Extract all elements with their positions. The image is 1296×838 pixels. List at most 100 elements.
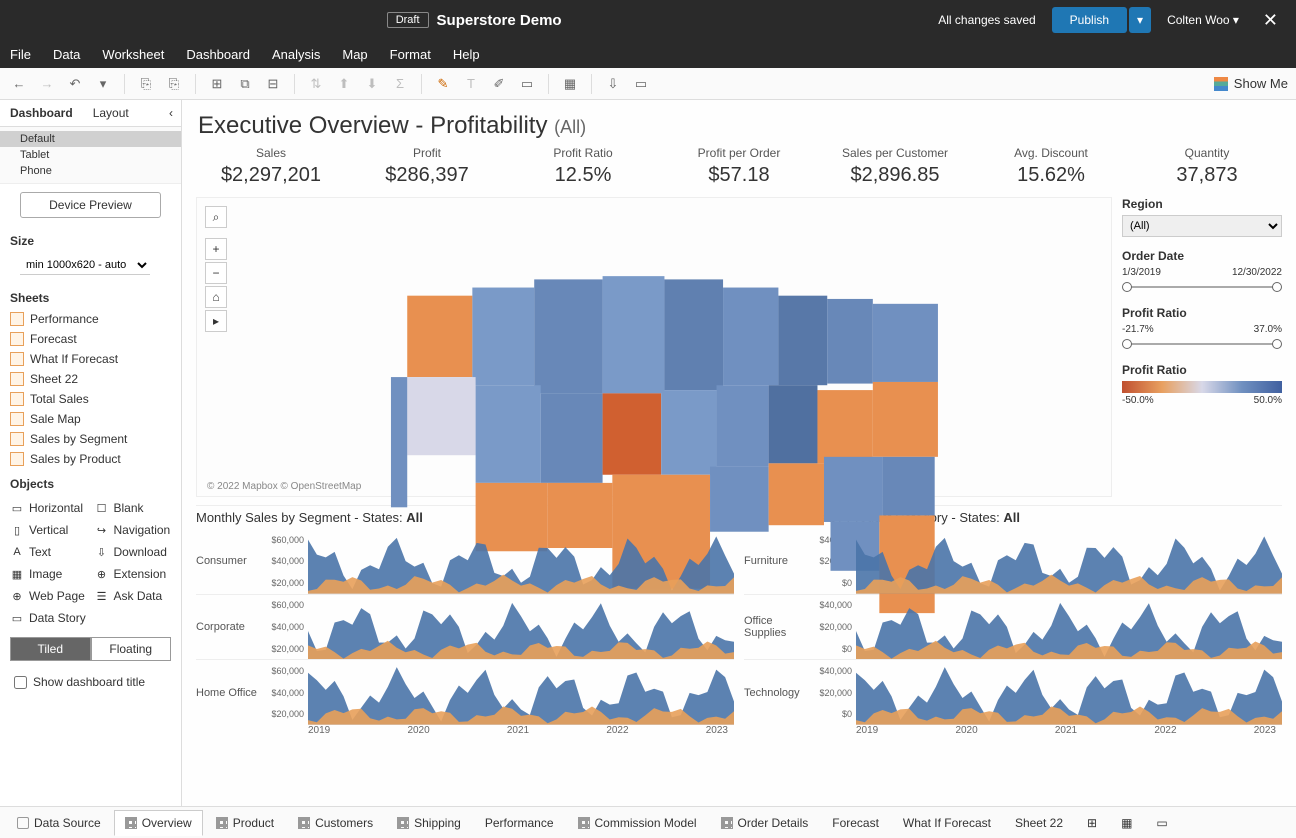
sort-asc-icon[interactable]: ⬆ <box>333 73 355 95</box>
device-tablet[interactable]: Tablet <box>0 147 181 163</box>
tab-commission[interactable]: Commission Model <box>567 810 708 836</box>
sheet-performance[interactable]: Performance <box>10 309 171 329</box>
close-icon[interactable]: ✕ <box>1255 10 1286 31</box>
tab-overview[interactable]: Overview <box>114 810 203 836</box>
device-phone[interactable]: Phone <box>0 163 181 179</box>
map-pan-icon[interactable]: ▸ <box>205 310 227 332</box>
kpi-sales: Sales$2,297,201 <box>198 146 344 187</box>
user-menu[interactable]: Colten Woo ▾ <box>1167 13 1239 27</box>
tab-customers[interactable]: Customers <box>287 810 384 836</box>
show-title-checkbox[interactable] <box>14 676 27 689</box>
kpi-quantity: Quantity37,873 <box>1134 146 1280 187</box>
sheet-what-if-forecast[interactable]: What If Forecast <box>10 349 171 369</box>
new-worksheet-icon[interactable]: ⊞ <box>1076 810 1108 836</box>
sheet-sheet-22[interactable]: Sheet 22 <box>10 369 171 389</box>
clear-icon[interactable]: ⊟ <box>262 73 284 95</box>
device-preview-button[interactable]: Device Preview <box>20 192 161 218</box>
orderdate-slider[interactable] <box>1122 280 1282 294</box>
format-icon[interactable]: ✐ <box>488 73 510 95</box>
sheet-icon <box>10 452 24 466</box>
object-image[interactable]: ▦Image <box>10 565 87 583</box>
map-search-icon[interactable]: ⌕ <box>205 206 227 228</box>
forward-icon[interactable]: → <box>36 73 58 95</box>
map-chart[interactable]: ⌕ + − ⌂ ▸ <box>196 197 1112 497</box>
back-icon[interactable]: ← <box>8 73 30 95</box>
size-select[interactable]: min 1000x620 - auto <box>20 256 150 275</box>
map-zoom-out-icon[interactable]: − <box>205 262 227 284</box>
tab-datasource[interactable]: Data Source <box>6 810 112 836</box>
sheet-total-sales[interactable]: Total Sales <box>10 389 171 409</box>
sheet-forecast[interactable]: Forecast <box>10 329 171 349</box>
present-icon[interactable]: ▭ <box>630 73 652 95</box>
duplicate-icon[interactable]: ⧉ <box>234 73 256 95</box>
menu-analysis[interactable]: Analysis <box>272 47 320 62</box>
sheet-icon <box>10 412 24 426</box>
sheet-icon <box>10 332 24 346</box>
toolbar: ← → ↶ ▾ ⎘ ⎘ ⊞ ⧉ ⊟ ⇅ ⬆ ⬇ Σ ✎ T ✐ ▭ ▦ ⇩ ▭ … <box>0 68 1296 100</box>
publish-button[interactable]: Publish <box>1052 7 1127 33</box>
tab-layout[interactable]: Layout <box>83 100 139 126</box>
new-datasource-icon[interactable]: ⎘ <box>135 73 157 95</box>
menu-file[interactable]: File <box>10 47 31 62</box>
sheet-sales-by-product[interactable]: Sales by Product <box>10 449 171 469</box>
swap-icon[interactable]: ⇅ <box>305 73 327 95</box>
sheet-icon <box>10 352 24 366</box>
object-blank[interactable]: ☐Blank <box>95 499 172 517</box>
labels-icon[interactable]: T <box>460 73 482 95</box>
new-story-icon[interactable]: ▭ <box>1145 810 1178 836</box>
show-me-button[interactable]: Show Me <box>1214 76 1288 91</box>
profitratio-slider[interactable] <box>1122 337 1282 351</box>
floating-button[interactable]: Floating <box>91 637 172 661</box>
collapse-sidebar-icon[interactable]: ‹ <box>161 100 181 126</box>
menu-help[interactable]: Help <box>453 47 480 62</box>
tab-performance[interactable]: Performance <box>474 810 565 836</box>
object-ask-data[interactable]: ☰Ask Data <box>95 587 172 605</box>
object-horizontal[interactable]: ▭Horizontal <box>10 499 87 517</box>
tab-forecast[interactable]: Forecast <box>821 810 890 836</box>
object-extension[interactable]: ⊕Extension <box>95 565 172 583</box>
highlight-icon[interactable]: ✎ <box>432 73 454 95</box>
dashboard-title: Executive Overview - Profitability (All) <box>182 100 1296 146</box>
undo-icon[interactable]: ↶ <box>64 73 86 95</box>
undo-dropdown[interactable]: ▾ <box>92 73 114 95</box>
kpi-sales-per-customer: Sales per Customer$2,896.85 <box>822 146 968 187</box>
totals-icon[interactable]: Σ <box>389 73 411 95</box>
new-dashboard-icon[interactable]: ▦ <box>1110 810 1143 836</box>
tab-whatif[interactable]: What If Forecast <box>892 810 1002 836</box>
menu-dashboard[interactable]: Dashboard <box>186 47 250 62</box>
sheet-sales-by-segment[interactable]: Sales by Segment <box>10 429 171 449</box>
fit-icon[interactable]: ▭ <box>516 73 538 95</box>
tab-orderdetails[interactable]: Order Details <box>710 810 820 836</box>
tiled-button[interactable]: Tiled <box>10 637 91 661</box>
region-select[interactable]: (All) <box>1122 215 1282 237</box>
kpi-avg.-discount: Avg. Discount15.62% <box>978 146 1124 187</box>
sort-desc-icon[interactable]: ⬇ <box>361 73 383 95</box>
object-navigation[interactable]: ↪Navigation <box>95 521 172 539</box>
color-legend <box>1122 381 1282 393</box>
pause-updates-icon[interactable]: ⎘ <box>163 73 185 95</box>
map-zoom-in-icon[interactable]: + <box>205 238 227 260</box>
tab-product[interactable]: Product <box>205 810 285 836</box>
tab-dashboard[interactable]: Dashboard <box>0 100 83 126</box>
tab-sheet22[interactable]: Sheet 22 <box>1004 810 1074 836</box>
object-download[interactable]: ⇩Download <box>95 543 172 561</box>
sheet-sale-map[interactable]: Sale Map <box>10 409 171 429</box>
colorlegend-label: Profit Ratio <box>1122 363 1282 377</box>
dashboard-icon[interactable]: ▦ <box>559 73 581 95</box>
menu-worksheet[interactable]: Worksheet <box>102 47 164 62</box>
sheet-tabs: Data Source Overview Product Customers S… <box>0 806 1296 838</box>
new-worksheet-icon[interactable]: ⊞ <box>206 73 228 95</box>
menu-format[interactable]: Format <box>390 47 431 62</box>
menu-map[interactable]: Map <box>342 47 367 62</box>
tab-shipping[interactable]: Shipping <box>386 810 472 836</box>
publish-dropdown[interactable]: ▾ <box>1129 7 1151 33</box>
map-home-icon[interactable]: ⌂ <box>205 286 227 308</box>
sheet-icon <box>10 392 24 406</box>
object-web-page[interactable]: ⊕Web Page <box>10 587 87 605</box>
device-default[interactable]: Default <box>0 131 181 147</box>
menu-data[interactable]: Data <box>53 47 80 62</box>
object-vertical[interactable]: ▯Vertical <box>10 521 87 539</box>
object-text[interactable]: AText <box>10 543 87 561</box>
object-data-story[interactable]: ▭Data Story <box>10 609 87 627</box>
download-icon[interactable]: ⇩ <box>602 73 624 95</box>
